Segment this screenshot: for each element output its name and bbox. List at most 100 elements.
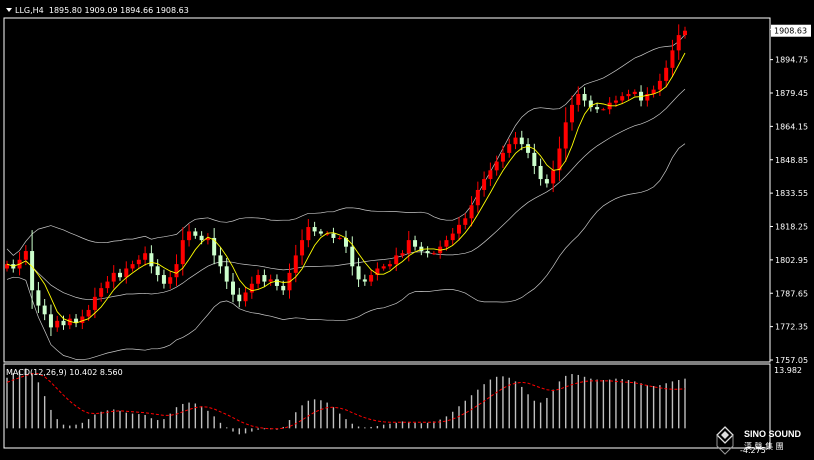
candle-bear: [526, 144, 531, 153]
candle-bear: [362, 279, 367, 282]
candle-bull: [613, 100, 618, 103]
candle-bull: [136, 259, 141, 265]
price-tick-label: 1833.55: [775, 189, 808, 198]
candle-bear: [224, 266, 229, 282]
price-pane-border: [3, 17, 771, 363]
candlesticks: [5, 24, 687, 337]
candle-bear: [199, 235, 204, 241]
price-tick-label: 1864.15: [775, 122, 808, 131]
candle-bear: [118, 272, 122, 278]
candle-bull: [143, 253, 148, 260]
candle-bull: [187, 231, 192, 241]
candle-bull: [431, 253, 436, 255]
price-tick-label: 1894.75: [775, 56, 808, 65]
candle-bull: [369, 275, 374, 282]
candle-bear: [519, 137, 524, 145]
candle-bear: [331, 233, 336, 238]
candle-bull: [676, 35, 681, 51]
candle-bull: [105, 281, 110, 289]
candle-bull: [570, 104, 574, 123]
macd-max-label: 13.982: [774, 366, 802, 375]
candle-bear: [544, 179, 549, 184]
candle-bull: [620, 96, 625, 101]
candle-bull: [444, 240, 449, 247]
candle-bull: [55, 320, 60, 328]
candle-bull: [632, 91, 637, 94]
candle-bull: [23, 251, 28, 260]
candle-bull: [381, 266, 386, 269]
chart-frame: [3, 17, 771, 449]
candle-bull: [507, 144, 512, 153]
candle-bull: [463, 218, 468, 225]
chart-menu-triangle-icon[interactable]: [6, 8, 12, 12]
svg-text:SINO SOUND: SINO SOUND: [744, 429, 802, 439]
price-axis: 1908.63 1894.75 1879.45 1864.15 1848.85 1833.…: [770, 24, 811, 365]
candle-bear: [237, 294, 242, 302]
macd-label: MACD(12,26,9) 10.402 8.560: [6, 368, 123, 377]
candle-bull: [174, 264, 179, 278]
candle-bear: [42, 305, 47, 315]
candle-bull: [576, 93, 581, 105]
price-tick-label: 1802.95: [775, 256, 808, 265]
candle-bull: [293, 255, 298, 273]
candle-bull: [306, 227, 311, 241]
candle-bear: [149, 253, 154, 267]
diamond-logo-icon: [716, 426, 734, 455]
price-chart[interactable]: 1908.63 1894.75 1879.45 1864.15 1848.85 1833.…: [0, 0, 814, 460]
candle-bull: [86, 309, 91, 317]
candle-bull: [469, 205, 474, 219]
candle-bear: [350, 246, 355, 267]
candle-bull: [180, 240, 185, 265]
bollinger-middle: [6, 88, 686, 301]
bollinger-bands: [6, 34, 686, 361]
candle-bull: [337, 237, 342, 239]
price-tick-label: 1879.45: [775, 89, 808, 98]
candle-bull: [626, 93, 631, 97]
candle-bull: [664, 67, 669, 81]
candle-bull: [475, 189, 480, 206]
candle-bull: [268, 279, 273, 282]
candle-bull: [99, 288, 104, 297]
candle-bear: [30, 251, 35, 291]
candle-bear: [318, 231, 323, 234]
price-tick-label: 1787.65: [775, 289, 808, 298]
svg-text:漢 聲 集 團: 漢 聲 集 團: [744, 441, 784, 451]
price-tick-label: 1757.05: [775, 356, 808, 365]
ohlc-values: 1895.80 1909.09 1894.66 1908.63: [48, 6, 189, 15]
candle-bull: [124, 268, 129, 278]
candle-bull: [551, 170, 556, 184]
price-tick-label: 1848.85: [775, 156, 808, 165]
candle-bear: [538, 165, 543, 180]
candle-bear: [48, 314, 53, 328]
candle-bear: [532, 152, 537, 166]
candle-bull: [249, 283, 254, 293]
candle-bull: [657, 80, 662, 90]
candle-bear: [36, 290, 41, 306]
candle-bear: [274, 279, 279, 286]
candle-bull: [494, 161, 499, 171]
sino-sound-logo: SINO SOUND 漢 聲 集 團: [716, 426, 802, 455]
candle-bull: [130, 264, 135, 269]
candle-bull: [111, 272, 116, 282]
candle-bear: [155, 266, 160, 276]
candle-bear: [231, 281, 235, 295]
candle-bull: [457, 224, 461, 234]
candle-bear: [281, 285, 286, 291]
candle-bear: [356, 266, 361, 280]
candle-bull: [168, 277, 173, 284]
candle-bull: [243, 292, 248, 302]
candle-bear: [161, 275, 166, 284]
candle-bull: [601, 109, 606, 111]
chart-header: LLG,H4 1895.80 1909.09 1894.66 1908.63: [6, 6, 189, 16]
candle-bull: [563, 122, 568, 149]
candle-bull: [482, 179, 487, 190]
candle-bull: [513, 137, 518, 145]
candle-bull: [406, 240, 411, 254]
candle-bull: [500, 152, 505, 162]
bollinger-upper: [6, 34, 686, 256]
candle-bear: [61, 320, 66, 326]
macd-histogram: [6, 368, 686, 435]
candle-bear: [413, 240, 418, 247]
candle-bear: [312, 227, 317, 232]
candle-bull: [300, 240, 305, 256]
